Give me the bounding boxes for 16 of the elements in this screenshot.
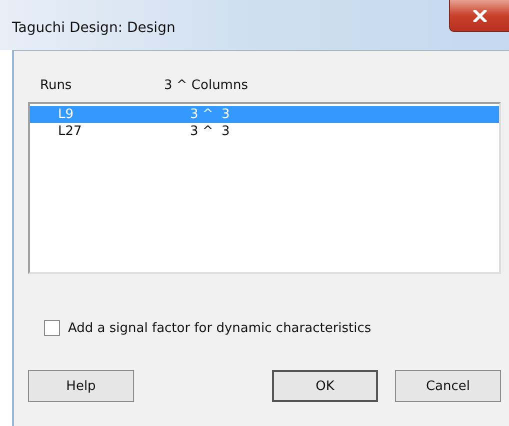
close-button[interactable]	[449, 0, 509, 32]
checkbox-label[interactable]: Add a signal factor for dynamic characteristics	[68, 320, 372, 336]
checkbox[interactable]	[44, 320, 60, 336]
column-header: 3 ^ Columns	[164, 78, 248, 95]
window-title: Taguchi Design: Design	[12, 20, 176, 36]
runs-list[interactable]: L9 3 ^ 3 L27 3 ^ 3	[28, 102, 501, 274]
table-cell-text: L9	[57, 107, 75, 122]
table-cell: 3 ^ 3	[190, 124, 230, 139]
table-cell-text: L27	[57, 124, 83, 139]
list-row[interactable]: L27 3 ^ 3	[30, 123, 499, 140]
table-cell: 3 ^ 3	[190, 107, 230, 122]
help-button[interactable]: Help	[28, 370, 134, 402]
ok-button[interactable]: OK	[272, 370, 378, 402]
column-header: Runs	[39, 78, 73, 95]
close-icon	[473, 10, 487, 22]
cancel-button[interactable]: Cancel	[395, 370, 501, 402]
